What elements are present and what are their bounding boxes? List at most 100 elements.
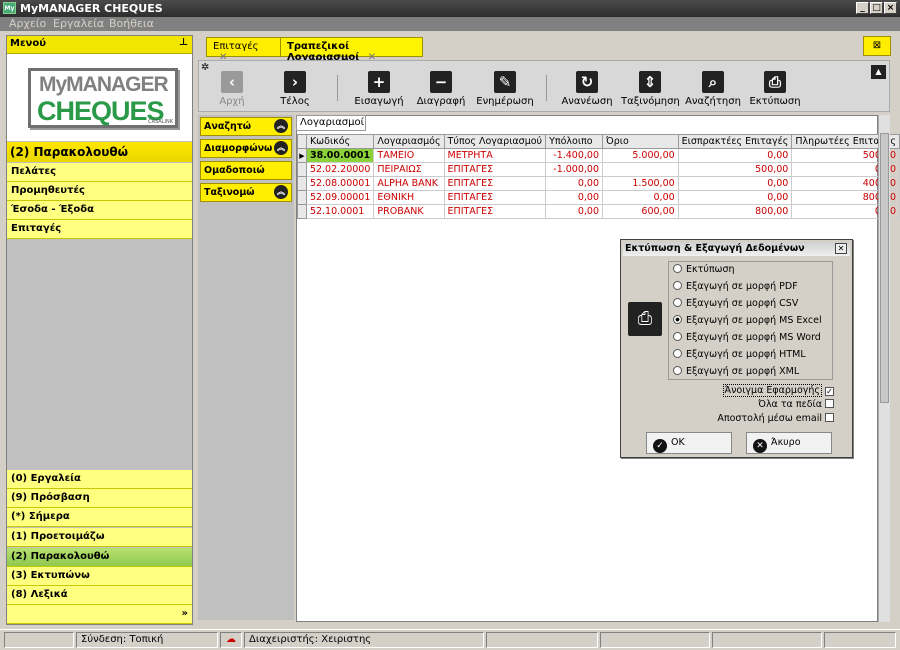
row-indicator[interactable] [297,176,307,191]
cell[interactable]: 0,00 [545,176,603,191]
cell[interactable]: ΕΠΙΤΑΓΕΣ [443,176,547,191]
checkbox-all-fields[interactable]: Όλα τα πεδία [758,399,834,410]
cell[interactable]: ΕΠΙΤΑΓΕΣ [443,162,547,177]
close-button[interactable]: × [884,2,897,14]
sidebar-item-cheques[interactable]: Επιταγές [7,220,192,239]
ok-button[interactable]: ✓ OK [646,432,732,454]
cell[interactable]: 52.09.00001 [305,190,375,205]
cell[interactable]: 1.500,00 [602,176,679,191]
menu-file[interactable]: Αρχείο [9,17,46,30]
cancel-button[interactable]: ✕ Άκυρο [746,432,832,454]
chevron-up-icon[interactable]: ︽ [274,119,288,133]
sidebar-bottom-today[interactable]: (*) Σήμερα [7,508,192,527]
gear-icon[interactable]: ✲ [201,62,209,73]
sidebar-item-customers[interactable]: Πελάτες [7,163,192,182]
column-header[interactable]: Υπόλοιπο [545,134,603,149]
radio-html[interactable]: Εξαγωγή σε μορφή HTML [673,349,806,360]
toolbar-last-button[interactable]: › Τέλος [279,71,311,107]
column-header[interactable]: Όριο [602,134,679,149]
checkbox-send-email[interactable]: Αποστολή μέσω email [717,413,834,424]
column-header[interactable]: Λογαριασμός [373,134,445,149]
sidebar-bottom-monitor[interactable]: (2) Παρακολουθώ [7,548,192,567]
cell[interactable]: ΜΕΤΡΗΤΑ [443,148,547,163]
toolbar-refresh-button[interactable]: ↻ Ανανέωση [561,71,613,107]
row-indicator[interactable] [297,204,307,219]
tab-cheques[interactable]: Επιταγές ✕ [206,37,282,63]
menu-tools[interactable]: Εργαλεία [53,17,104,30]
table-row[interactable]: ▶ 38.00.0001 ΤΑΜΕΙΟ ΜΕΤΡΗΤΑ -1.400,00 5.… [297,148,900,163]
column-header[interactable]: Τύπος Λογαριασμού [443,134,547,149]
table-row[interactable]: 52.10.0001 PROBANK ΕΠΙΤΑΓΕΣ 0,00 600,00 … [297,204,900,219]
sidebar-item-income-expenses[interactable]: Έσοδα - Έξοδα [7,201,192,220]
cell[interactable]: 800,00 [677,204,793,219]
radio-csv[interactable]: Εξαγωγή σε μορφή CSV [673,298,798,309]
cell[interactable]: 5.000,00 [602,148,679,163]
sidebar-bottom-dictionaries[interactable]: (8) Λεξικά [7,586,192,605]
toolbar-first-button[interactable]: ‹ Αρχή [217,71,247,107]
cell[interactable] [602,162,679,177]
cell[interactable]: 52.08.00001 [305,176,375,191]
tab-bank-accounts[interactable]: Τραπεζικοί Λογαριασμοί ✕ [280,37,423,63]
cell[interactable]: ΕΠΙΤΑΓΕΣ [443,204,547,219]
sidebar-bottom-tools[interactable]: (0) Εργαλεία [7,470,192,489]
radio-xml[interactable]: Εξαγωγή σε μορφή XML [673,366,799,377]
cell[interactable]: ΕΘΝΙΚΗ [373,190,445,205]
toolbar-insert-button[interactable]: + Εισαγωγή [354,71,404,107]
cell[interactable]: -1.400,00 [545,148,603,163]
window-close-all-icon[interactable]: ⊠ [863,36,891,56]
cell[interactable]: 0,00 [677,176,793,191]
dialog-close-icon[interactable]: ✕ [835,243,847,254]
toolbar-sort-button[interactable]: ⇕ Ταξινόμηση [621,71,680,107]
pin-icon[interactable]: ⊥ [179,37,188,48]
cell[interactable]: 52.02.20000 [305,162,375,177]
collapse-up-icon[interactable]: ▲ [871,65,886,79]
cell[interactable]: 0,00 [545,190,603,205]
table-row[interactable]: 52.09.00001 ΕΘΝΙΚΗ ΕΠΙΤΑΓΕΣ 0,00 0,00 0,… [297,190,900,205]
cell[interactable]: 0,00 [677,190,793,205]
checkbox-open-application[interactable]: Άνοιγμα Εφαρμογής ✓ [722,384,834,397]
toolbar-update-button[interactable]: ✎ Ενημέρωση [475,71,535,107]
radio-pdf[interactable]: Εξαγωγή σε μορφή PDF [673,281,798,292]
chevron-up-icon[interactable]: ︽ [274,185,288,199]
cell[interactable]: ΕΠΙΤΑΓΕΣ [443,190,547,205]
table-row[interactable]: 52.02.20000 ΠΕΙΡΑΙΩΣ ΕΠΙΤΑΓΕΣ -1.000,00 … [297,162,900,177]
cell[interactable]: -1.000,00 [545,162,603,177]
grid-vertical-scrollbar[interactable] [878,115,890,622]
sidebar-item-suppliers[interactable]: Προμηθευτές [7,182,192,201]
panel-group[interactable]: Ομαδοποιώ [200,161,292,180]
chevron-up-icon[interactable]: ︽ [274,141,288,155]
radio-print[interactable]: Εκτύπωση [673,264,735,275]
row-indicator[interactable]: ▶ [297,148,307,163]
panel-format[interactable]: Διαμορφώνω ︽ [200,139,292,158]
scrollbar-thumb[interactable] [880,133,889,403]
minimize-button[interactable]: _ [856,2,869,14]
radio-word[interactable]: Εξαγωγή σε μορφή MS Word [673,332,821,343]
cell[interactable]: ALPHA BANK [373,176,445,191]
cell[interactable]: ΠΕΙΡΑΙΩΣ [373,162,445,177]
column-header[interactable]: Εισπρακτέες Επιταγές [677,134,793,149]
radio-excel[interactable]: Εξαγωγή σε μορφή MS Excel [673,315,822,326]
more-icon[interactable]: » [7,605,192,624]
cell[interactable]: ΤΑΜΕΙΟ [373,148,445,163]
table-row[interactable]: 52.08.00001 ALPHA BANK ΕΠΙΤΑΓΕΣ 0,00 1.5… [297,176,900,191]
grid-tab-accounts[interactable]: Λογαριασμοί [296,115,366,131]
panel-sort[interactable]: Ταξινομώ ︽ [200,183,292,202]
cell[interactable]: 500,00 [677,162,793,177]
toolbar-search-button[interactable]: ⌕ Αναζήτηση [685,71,741,107]
cell[interactable]: 0,00 [545,204,603,219]
row-selector-header[interactable] [297,134,307,149]
toolbar-delete-button[interactable]: − Διαγραφή [416,71,466,107]
maximize-button[interactable]: □ [870,2,883,14]
cell[interactable]: 52.10.0001 [305,204,375,219]
row-indicator[interactable] [297,162,307,177]
sidebar-bottom-prepare[interactable]: (1) Προετοιμάζω [7,528,192,547]
cell[interactable]: 38.00.0001 [305,148,375,163]
column-header[interactable]: Κωδικός [305,134,375,149]
sidebar-bottom-print[interactable]: (3) Εκτυπώνω [7,567,192,586]
row-indicator[interactable] [297,190,307,205]
cell[interactable]: 0,00 [602,190,679,205]
menu-help[interactable]: Βοήθεια [109,17,154,30]
cell[interactable]: 0,00 [677,148,793,163]
toolbar-print-button[interactable]: ⎙ Εκτύπωση [749,71,801,107]
panel-search[interactable]: Αναζητώ ︽ [200,117,292,136]
